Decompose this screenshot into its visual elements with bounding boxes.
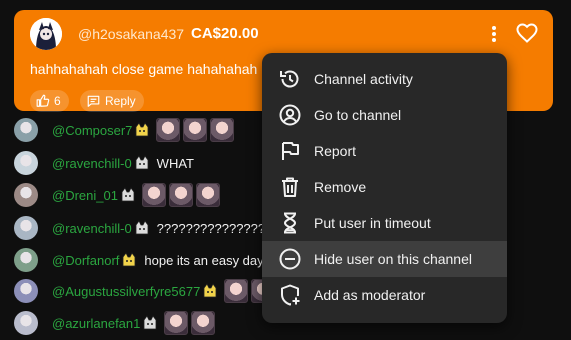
menu-item-channel-activity[interactable]: Channel activity	[262, 61, 507, 97]
menu-item-add-moderator[interactable]: Add as moderator	[262, 277, 507, 313]
menu-item-label: Put user in timeout	[314, 215, 431, 231]
emote-image	[224, 279, 249, 303]
account-icon	[278, 103, 302, 127]
menu-item-label: Add as moderator	[314, 287, 426, 303]
chat-message-row: @azurlanefan1	[14, 309, 216, 337]
like-button[interactable]: 6	[30, 90, 69, 112]
chat-message-row: @Dreni_01	[14, 181, 220, 209]
chat-author-name[interactable]: @ravenchill-0	[52, 156, 132, 171]
chat-message-text: WHAT	[156, 155, 194, 171]
menu-item-label: Report	[314, 143, 357, 159]
member-badge-icon	[203, 283, 217, 298]
menu-item-timeout[interactable]: Put user in timeout	[262, 205, 507, 241]
member-badge-icon	[122, 252, 136, 267]
menu-item-label: Remove	[314, 179, 367, 195]
emote-image	[191, 311, 216, 335]
superchat-amount: CA$20.00	[191, 25, 259, 42]
chat-message-text: hope its an easy day	[144, 252, 264, 268]
chat-author-name[interactable]: @ravenchill-0	[52, 221, 132, 236]
emote-image	[141, 183, 166, 207]
member-badge-icon	[135, 155, 149, 170]
member-badge-icon	[136, 122, 149, 137]
chat-author-name[interactable]: @azurlanefan1	[52, 316, 140, 331]
avatar[interactable]	[14, 151, 38, 175]
avatar[interactable]	[14, 279, 38, 303]
like-count: 6	[54, 94, 61, 108]
menu-item-label: Go to channel	[314, 107, 402, 123]
superchat-message: hahhahahah close game hahahahah	[30, 61, 258, 77]
chat-message-row: @Dorfanorf hope its an easy day	[14, 246, 264, 274]
history-icon	[278, 67, 302, 91]
hourglass-icon	[278, 211, 302, 235]
member-badge-icon	[121, 187, 135, 202]
avatar[interactable]	[30, 18, 62, 50]
chat-author-name[interactable]: @Augustussilverfyre5677	[52, 284, 200, 299]
avatar[interactable]	[14, 118, 38, 142]
chat-author-name[interactable]: @Dorfanorf	[52, 253, 119, 268]
emote-image	[156, 118, 181, 142]
chat-author-name[interactable]: @Dreni_01	[52, 188, 118, 203]
context-menu: Channel activity Go to channel Report Re…	[262, 53, 507, 323]
chat-message-row: @ravenchill-0 WHAT	[14, 149, 194, 177]
menu-item-hide-user[interactable]: Hide user on this channel	[262, 241, 507, 277]
menu-item-go-to-channel[interactable]: Go to channel	[262, 97, 507, 133]
superchat-author[interactable]: @h2osakana437	[78, 26, 184, 42]
emote-image	[210, 118, 235, 142]
menu-item-label: Channel activity	[314, 71, 413, 87]
emote-image	[195, 183, 220, 207]
reply-icon	[87, 95, 100, 107]
add-moderator-icon	[278, 283, 302, 307]
avatar[interactable]	[14, 311, 38, 335]
menu-item-report[interactable]: Report	[262, 133, 507, 169]
member-badge-icon	[135, 220, 149, 235]
trash-icon	[278, 175, 302, 199]
chat-message-row: @Composer7	[14, 116, 235, 144]
emote-image	[183, 118, 208, 142]
avatar[interactable]	[14, 183, 38, 207]
chat-message-row: @Augustussilverfyre5677	[14, 277, 276, 305]
emote-image	[168, 183, 193, 207]
member-badge-icon	[143, 315, 157, 330]
emote-image	[164, 311, 189, 335]
menu-item-remove[interactable]: Remove	[262, 169, 507, 205]
hide-icon	[278, 247, 302, 271]
reply-label: Reply	[105, 94, 136, 108]
heart-icon[interactable]	[514, 21, 540, 45]
more-options-icon[interactable]	[486, 23, 502, 45]
avatar[interactable]	[14, 248, 38, 272]
reply-button[interactable]: Reply	[80, 90, 144, 112]
flag-icon	[278, 139, 302, 163]
menu-item-label: Hide user on this channel	[314, 251, 472, 267]
chat-author-name[interactable]: @Composer7	[52, 123, 132, 138]
avatar[interactable]	[14, 216, 38, 240]
thumbs-up-icon	[36, 94, 50, 107]
